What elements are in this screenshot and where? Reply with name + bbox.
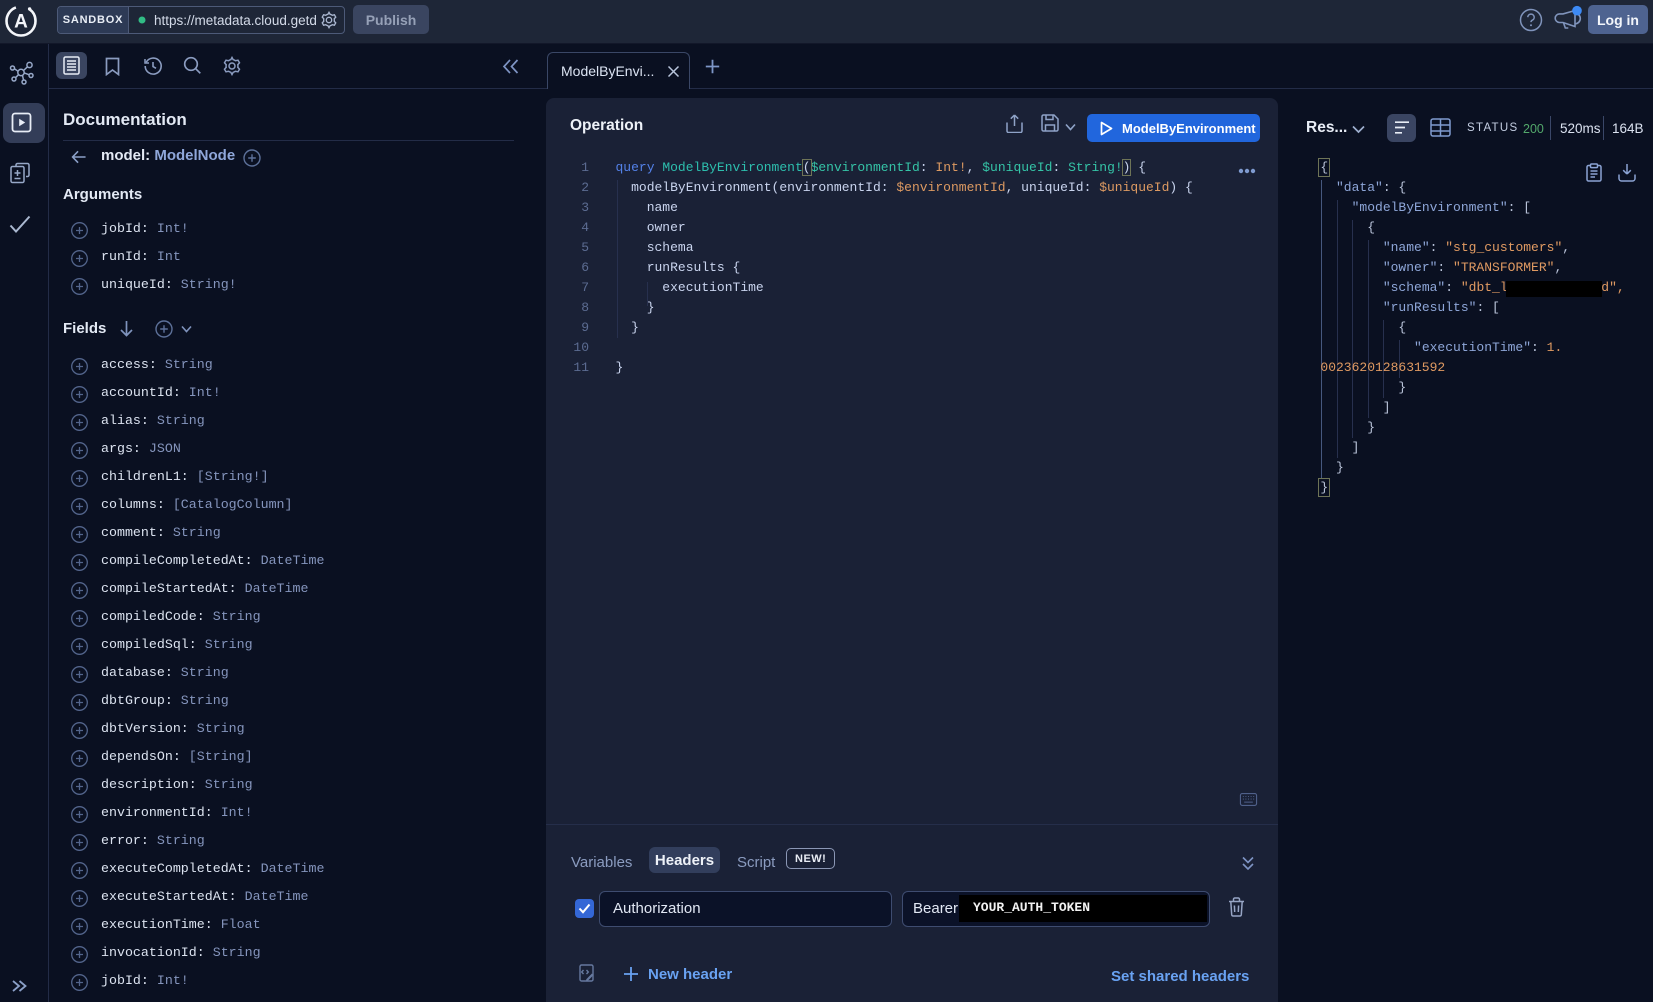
svg-text:A: A [14, 12, 28, 33]
